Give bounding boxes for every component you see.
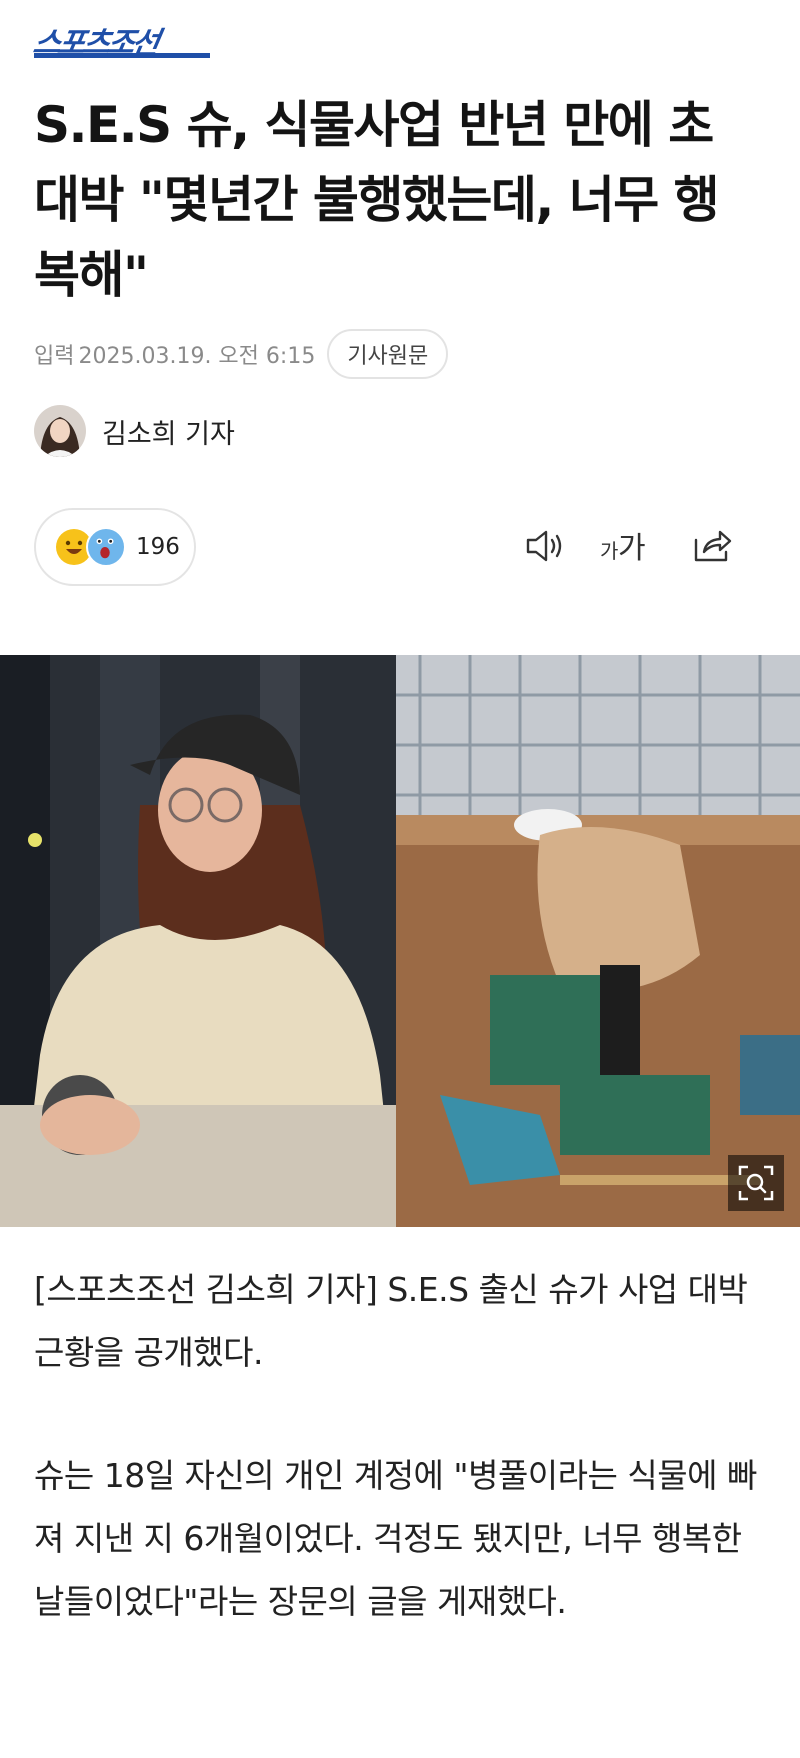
svg-text:가: 가 bbox=[618, 531, 646, 564]
font-size-icon[interactable]: 가 가 bbox=[600, 524, 650, 564]
original-article-button[interactable]: 기사원문 bbox=[327, 329, 449, 379]
zoom-icon bbox=[738, 1165, 774, 1201]
article-headline: S.E.S 슈, 식물사업 반년 만에 초대박 "몇년간 불행했는데, 너무 행… bbox=[34, 96, 720, 304]
share-icon[interactable] bbox=[690, 526, 734, 570]
article-toolbar: 196 가 가 bbox=[34, 508, 754, 588]
surprised-emoji-icon bbox=[86, 527, 126, 567]
brand-logo[interactable]: 스포츠조선 bbox=[30, 18, 210, 62]
article-body: [스포츠조선 김소희 기자] S.E.S 출신 슈가 사업 대박 근황을 공개했… bbox=[34, 1258, 764, 1693]
reporter-avatar[interactable] bbox=[34, 405, 86, 457]
published-date: 2025.03.19. 오전 6:15 bbox=[78, 344, 316, 369]
reporter-name[interactable]: 김소희 기자 bbox=[102, 412, 235, 451]
article-paragraph: [스포츠조선 김소희 기자] S.E.S 출신 슈가 사업 대박 근황을 공개했… bbox=[34, 1270, 748, 1372]
reporter-byline[interactable]: 김소희 기자 bbox=[34, 405, 235, 457]
article-meta: 입력 2025.03.19. 오전 6:15 기사원문 bbox=[34, 328, 449, 380]
article-photo[interactable] bbox=[0, 655, 800, 1227]
brand-underline bbox=[34, 53, 210, 58]
speaker-icon[interactable] bbox=[524, 526, 568, 570]
published-label: 입력 bbox=[34, 344, 75, 369]
zoom-button[interactable] bbox=[728, 1155, 784, 1211]
font-size-glyph: 가 가 bbox=[600, 531, 646, 564]
svg-text:가: 가 bbox=[600, 539, 618, 563]
article-paragraph: 슈는 18일 자신의 개인 계정에 "병풀이라는 식물에 빠져 지낸 지 6개월… bbox=[34, 1456, 757, 1621]
reaction-button[interactable]: 196 bbox=[34, 508, 196, 586]
reaction-count: 196 bbox=[136, 534, 180, 560]
